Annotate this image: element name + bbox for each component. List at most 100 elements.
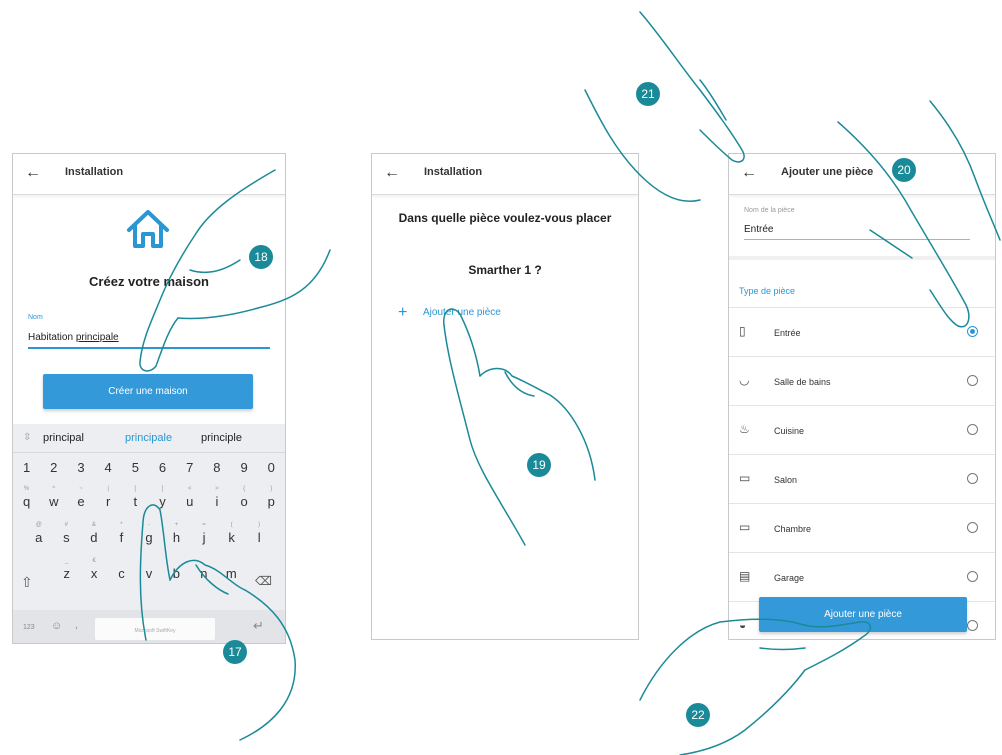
room-type-label: Garage	[774, 573, 805, 583]
room-type-row[interactable]: ▭ Chambre	[729, 503, 995, 554]
room-type-heading: Type de pièce	[739, 286, 796, 296]
key-k[interactable]: (k	[220, 522, 244, 545]
key-5[interactable]: 5	[123, 460, 147, 475]
key-f[interactable]: * f	[109, 522, 133, 545]
key-0[interactable]: 0	[259, 460, 283, 475]
key-x[interactable]: € x	[82, 558, 106, 581]
create-house-button[interactable]: Créer une maison	[43, 374, 253, 409]
key-m[interactable]: m	[219, 558, 243, 581]
key-label: y	[159, 494, 166, 509]
key-label: p	[267, 494, 275, 509]
key-secondary: [	[134, 486, 137, 492]
key-y[interactable]: ] y	[151, 486, 175, 509]
key-s[interactable]: # s	[54, 522, 78, 545]
key-z[interactable]: _ z	[55, 558, 79, 581]
key-3[interactable]: 3	[69, 460, 93, 475]
key-9[interactable]: 9	[232, 460, 256, 475]
room-name-label: Nom de la pièce	[744, 207, 795, 214]
bed-icon: ▭	[739, 520, 751, 534]
enter-icon[interactable]: ↵	[253, 618, 264, 634]
bathtub-icon: ◡	[739, 373, 750, 387]
radio-unselected[interactable]	[967, 375, 978, 386]
key-v[interactable]: v	[137, 558, 161, 581]
suggestion-selected[interactable]: principale	[125, 432, 172, 444]
key-secondary: ~	[79, 486, 83, 492]
key-secondary	[110, 558, 134, 566]
key-label: k	[228, 530, 235, 545]
key-4[interactable]: 4	[96, 460, 120, 475]
key-secondary: <	[187, 486, 192, 492]
key-q[interactable]: % q	[15, 486, 39, 509]
key-o[interactable]: {o	[232, 486, 256, 509]
radio-unselected[interactable]	[967, 424, 978, 435]
space-bar[interactable]: Microsoft SwiftKey	[95, 618, 215, 640]
radio-unselected[interactable]	[967, 522, 978, 533]
shift-icon[interactable]: ⇧	[21, 574, 33, 591]
key-d[interactable]: & d	[82, 522, 106, 545]
key-7[interactable]: 7	[178, 460, 202, 475]
key-secondary: &	[91, 522, 96, 528]
key-g[interactable]: -g	[137, 522, 161, 545]
room-type-label: Entrée	[774, 328, 801, 338]
key-secondary	[164, 558, 188, 566]
plus-icon[interactable]: +	[398, 304, 407, 322]
key-e[interactable]: ~ e	[69, 486, 93, 509]
key-secondary: ]	[161, 486, 164, 492]
key-b[interactable]: b	[164, 558, 188, 581]
arrow-left-icon[interactable]: ←	[741, 164, 757, 182]
room-type-row[interactable]: ▯ Entrée	[729, 307, 995, 358]
add-room-link[interactable]: Ajouter une pièce	[423, 307, 501, 318]
key-a[interactable]: @ a	[27, 522, 51, 545]
key-i[interactable]: > i	[205, 486, 229, 509]
room-type-row[interactable]: ▭ Salon	[729, 454, 995, 505]
suggestion-bar: ⇳ principal principale principle	[13, 424, 285, 453]
app-bar: ← Installation	[372, 154, 638, 195]
arrow-left-icon[interactable]: ←	[384, 164, 400, 182]
key-c[interactable]: c	[110, 558, 134, 581]
room-type-row[interactable]: ◡ Salle de bains	[729, 356, 995, 407]
expand-icon[interactable]: ⇳	[23, 432, 31, 443]
key-r[interactable]: | r	[96, 486, 120, 509]
key-1[interactable]: 1	[15, 460, 39, 475]
backspace-icon[interactable]: ⌫	[255, 574, 272, 588]
emoji-icon[interactable]: ☺	[51, 620, 62, 632]
key-2[interactable]: 2	[42, 460, 66, 475]
comma-key[interactable]: ,	[75, 620, 78, 631]
radio-selected[interactable]	[967, 326, 978, 337]
add-room-button[interactable]: Ajouter une pièce	[759, 597, 967, 632]
key-label: 1	[22, 460, 31, 475]
key-n[interactable]: n	[192, 558, 216, 581]
key-w[interactable]: ^ w	[42, 486, 66, 509]
radio-unselected[interactable]	[967, 620, 978, 631]
key-h[interactable]: + h	[165, 522, 189, 545]
room-type-label: Chambre	[774, 524, 812, 534]
arrow-left-icon[interactable]: ←	[25, 164, 41, 182]
key-label: d	[90, 530, 98, 545]
suggestion[interactable]: principle	[201, 432, 242, 444]
key-j[interactable]: = j	[192, 522, 216, 545]
page-title: Ajouter une pièce	[781, 166, 874, 178]
room-name-field[interactable]: Entrée	[744, 224, 970, 240]
key-label: o	[240, 494, 248, 509]
key-l[interactable]: ) l	[247, 522, 271, 545]
room-type-row[interactable]: ▤ Garage	[729, 552, 995, 603]
step-badge-20: 20	[892, 158, 916, 182]
key-t[interactable]: [t	[123, 486, 147, 509]
name-field[interactable]: Habitation principale	[28, 332, 270, 349]
radio-unselected[interactable]	[967, 571, 978, 582]
key-p[interactable]: } p	[259, 486, 283, 509]
key-u[interactable]: < u	[178, 486, 202, 509]
radio-unselected[interactable]	[967, 473, 978, 484]
key-label: h	[172, 530, 181, 545]
key-secondary	[192, 558, 216, 566]
room-type-row[interactable]: ♨ Cuisine	[729, 405, 995, 456]
suggestion[interactable]: principal	[43, 432, 84, 444]
step-badge-17: 17	[223, 640, 247, 664]
numbers-key[interactable]: 123	[23, 624, 35, 631]
name-value-underlined: principale	[75, 332, 119, 343]
toilet-icon: ◒	[739, 618, 747, 632]
key-6[interactable]: 6	[151, 460, 175, 475]
step-badge-22: 22	[686, 703, 710, 727]
key-label: g	[145, 530, 153, 545]
key-8[interactable]: 8	[205, 460, 229, 475]
